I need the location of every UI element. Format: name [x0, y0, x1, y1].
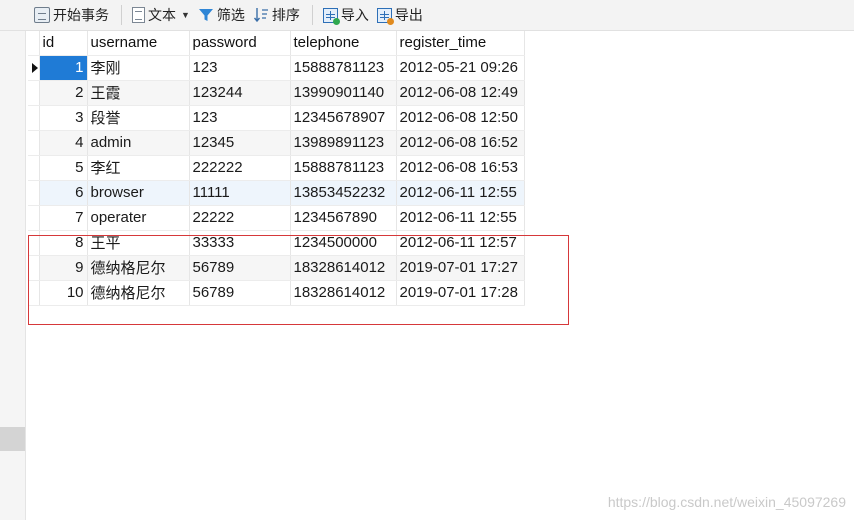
table-row[interactable]: 4 admin 12345 13989891123 2012-06-08 16:…: [28, 130, 525, 156]
row-pointer[interactable]: [28, 130, 40, 156]
sort-button[interactable]: 排序: [251, 3, 302, 27]
cell-password[interactable]: 11111: [189, 180, 291, 206]
cell-username[interactable]: 李刚: [87, 55, 190, 81]
cell-telephone[interactable]: 15888781123: [290, 55, 397, 81]
cell-username[interactable]: admin: [87, 130, 190, 156]
row-pointer[interactable]: [28, 155, 40, 181]
row-pointer[interactable]: [28, 55, 40, 81]
table-row[interactable]: 7 operater 22222 1234567890 2012-06-11 1…: [28, 205, 525, 231]
cell-username[interactable]: 李红: [87, 155, 190, 181]
cell-password[interactable]: 22222: [189, 205, 291, 231]
header-corner: [28, 31, 40, 56]
cell-password[interactable]: 123: [189, 55, 291, 81]
cell-telephone[interactable]: 13989891123: [290, 130, 397, 156]
cell-password[interactable]: 12345: [189, 130, 291, 156]
row-pointer[interactable]: [28, 205, 40, 231]
export-label: 导出: [394, 7, 423, 23]
cell-telephone[interactable]: 13990901140: [290, 80, 397, 106]
toolbar-divider: [311, 5, 313, 25]
cell-telephone[interactable]: 1234567890: [290, 205, 397, 231]
filter-label: 筛选: [216, 7, 245, 23]
cell-id[interactable]: 1: [39, 55, 88, 81]
begin-transaction-button[interactable]: 开始事务: [32, 3, 111, 27]
gutter-handle[interactable]: [0, 427, 25, 451]
cell-password[interactable]: 222222: [189, 155, 291, 181]
table-row[interactable]: 3 段誉 123 12345678907 2012-06-08 12:50: [28, 105, 525, 131]
cell-id[interactable]: 2: [39, 80, 88, 106]
import-label: 导入: [340, 7, 369, 23]
cell-telephone[interactable]: 13853452232: [290, 180, 397, 206]
text-label: 文本: [148, 7, 176, 23]
cell-password[interactable]: 123244: [189, 80, 291, 106]
annotation-highlight-box: [28, 235, 569, 325]
transaction-icon: [34, 7, 50, 23]
cell-register-time[interactable]: 2012-06-08 16:53: [396, 155, 525, 181]
column-header-id[interactable]: id: [39, 31, 88, 56]
cell-username[interactable]: operater: [87, 205, 190, 231]
column-header-register-time[interactable]: register_time: [396, 31, 525, 56]
column-header-password[interactable]: password: [189, 31, 291, 56]
chevron-down-icon[interactable]: ▼: [181, 10, 190, 20]
table-row[interactable]: 5 李红 222222 15888781123 2012-06-08 16:53: [28, 155, 525, 181]
cell-telephone[interactable]: 15888781123: [290, 155, 397, 181]
cell-id[interactable]: 4: [39, 130, 88, 156]
cell-register-time[interactable]: 2012-06-08 12:50: [396, 105, 525, 131]
column-header-username[interactable]: username: [87, 31, 190, 56]
row-pointer[interactable]: [28, 80, 40, 106]
cell-id[interactable]: 6: [39, 180, 88, 206]
toolbar-divider: [121, 5, 122, 25]
cell-password[interactable]: 123: [189, 105, 291, 131]
left-gutter: [0, 31, 26, 520]
cell-register-time[interactable]: 2012-06-08 16:52: [396, 130, 525, 156]
column-header-telephone[interactable]: telephone: [290, 31, 397, 56]
cell-id[interactable]: 5: [39, 155, 88, 181]
row-pointer[interactable]: [28, 105, 40, 131]
table-row[interactable]: 6 browser 11111 13853452232 2012-06-11 1…: [28, 180, 525, 206]
cell-register-time[interactable]: 2012-06-11 12:55: [396, 180, 525, 206]
watermark: https://blog.csdn.net/weixin_45097269: [607, 494, 846, 510]
export-button[interactable]: 导出: [375, 3, 425, 27]
cell-telephone[interactable]: 12345678907: [290, 105, 397, 131]
table-row[interactable]: 2 王霞 123244 13990901140 2012-06-08 12:49: [28, 80, 525, 106]
header-row: id username password telephone register_…: [28, 31, 525, 56]
cell-register-time[interactable]: 2012-06-08 12:49: [396, 80, 525, 106]
sort-icon: [253, 7, 269, 23]
filter-icon: [198, 7, 214, 23]
cell-register-time[interactable]: 2012-06-11 12:55: [396, 205, 525, 231]
current-row-arrow-icon: [32, 62, 38, 73]
table-row[interactable]: 1 李刚 123 15888781123 2012-05-21 09:26: [28, 55, 525, 81]
begin-transaction-label: 开始事务: [53, 7, 109, 23]
export-icon: [376, 7, 394, 25]
text-document-icon: [132, 7, 145, 23]
filter-button[interactable]: 筛选: [196, 3, 247, 27]
toolbar: 开始事务 文本 ▼ 筛选 排序 导入 导出: [0, 0, 854, 31]
import-icon: [322, 7, 340, 25]
cell-username[interactable]: 段誉: [87, 105, 190, 131]
sort-label: 排序: [271, 7, 300, 23]
import-button[interactable]: 导入: [321, 3, 371, 27]
cell-register-time[interactable]: 2012-05-21 09:26: [396, 55, 525, 81]
cell-id[interactable]: 3: [39, 105, 88, 131]
row-pointer[interactable]: [28, 180, 40, 206]
cell-id[interactable]: 7: [39, 205, 88, 231]
text-button[interactable]: 文本 ▼: [130, 3, 192, 27]
cell-username[interactable]: browser: [87, 180, 190, 206]
cell-username[interactable]: 王霞: [87, 80, 190, 106]
